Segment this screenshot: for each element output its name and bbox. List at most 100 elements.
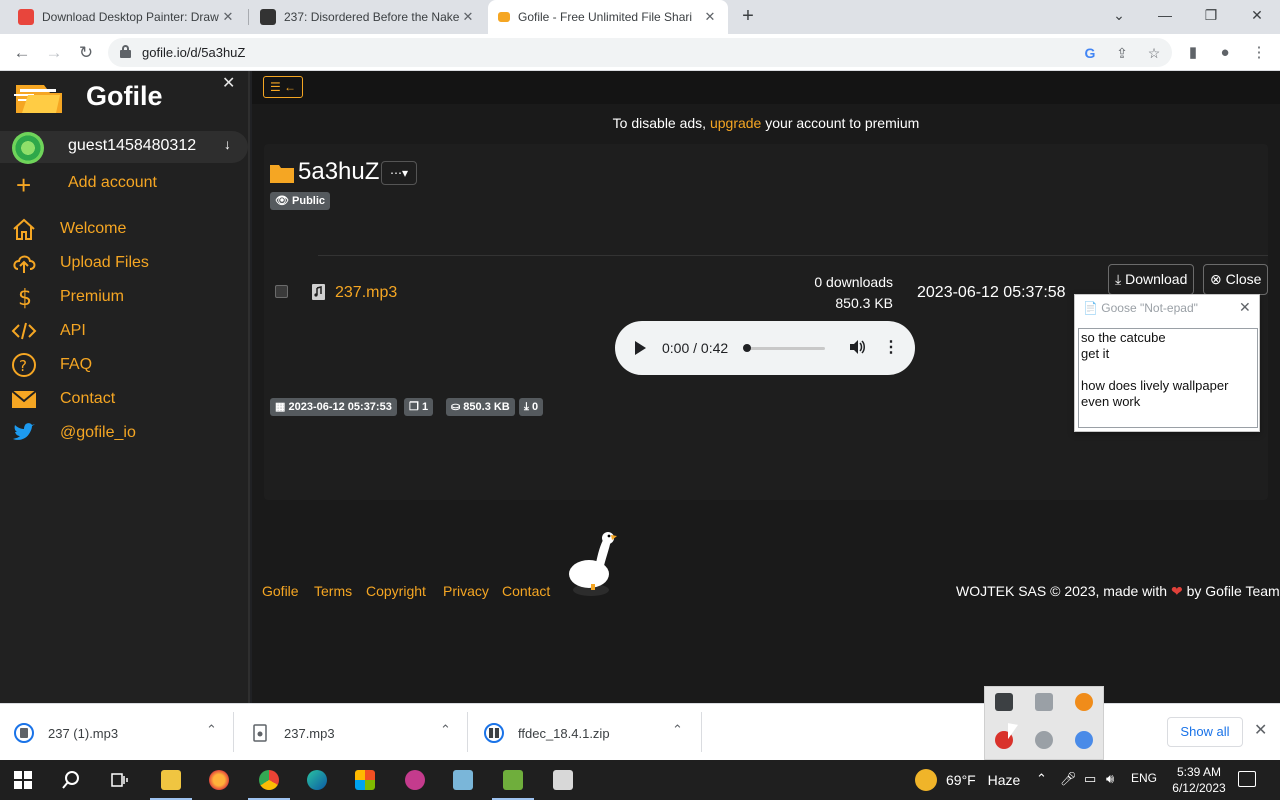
edge-icon xyxy=(307,770,327,790)
sidebar-item-faq[interactable]: ? FAQ xyxy=(0,351,248,381)
folder-options-button[interactable]: ⋯▾ xyxy=(381,161,417,185)
more-vert-icon[interactable]: ⋮ xyxy=(883,337,899,357)
back-arrow-icon[interactable]: ← xyxy=(8,39,36,67)
snipping-tool-icon xyxy=(405,770,425,790)
profile-icon[interactable]: ● xyxy=(1214,42,1236,64)
url-text[interactable]: gofile.io/d/5a3huZ xyxy=(142,45,245,60)
show-all-button[interactable]: Show all xyxy=(1167,717,1243,747)
upgrade-link[interactable]: upgrade xyxy=(710,115,761,131)
new-tab-plus-icon[interactable]: + xyxy=(736,4,760,28)
window-close-icon[interactable]: ✕ xyxy=(1234,0,1280,34)
sidebar-item-premium[interactable]: $ Premium xyxy=(0,283,248,313)
chevron-up-icon[interactable]: ⌃ xyxy=(440,722,451,738)
close-icon[interactable]: ✕ xyxy=(702,9,718,25)
sidebar-item-twitter[interactable]: @gofile_io xyxy=(0,419,248,449)
close-icon[interactable]: ✕ xyxy=(220,9,236,25)
tab-search-chevron-icon[interactable]: ⌄ xyxy=(1096,0,1142,34)
sidebar-item-api[interactable]: API xyxy=(0,317,248,347)
taskbar-snip[interactable] xyxy=(392,760,438,800)
sidebar-item-upload[interactable]: Upload Files xyxy=(0,249,248,279)
toggle-sidebar-button[interactable]: ☰ ← xyxy=(263,76,303,98)
minimize-icon[interactable]: — xyxy=(1142,0,1188,34)
file-name-link[interactable]: 237.mp3 xyxy=(335,284,397,302)
notepad-line: even work xyxy=(1081,394,1141,409)
microphone-icon[interactable]: 🎤︎ xyxy=(1060,771,1077,787)
user-account-row[interactable]: guest1458480312 ↓ xyxy=(0,131,248,164)
google-lens-icon[interactable]: G xyxy=(1080,43,1100,63)
footer-link-terms[interactable]: Terms xyxy=(314,583,352,599)
share-icon[interactable]: ⇪ xyxy=(1112,43,1132,63)
tab-237-disordered[interactable]: 237: Disordered Before the Nake ✕ xyxy=(250,0,486,34)
security-shield-icon[interactable] xyxy=(995,693,1013,711)
close-icon[interactable]: ✕ xyxy=(1254,720,1267,740)
sidebar-item-label: Welcome xyxy=(60,220,127,237)
language-indicator[interactable]: ENG xyxy=(1131,771,1157,785)
add-account-link[interactable]: Add account xyxy=(68,174,157,192)
svg-text:?: ? xyxy=(19,357,27,375)
download-item[interactable]: 237 (1).mp3 ⌃ xyxy=(0,712,234,752)
restore-icon[interactable]: ❐ xyxy=(1188,0,1234,34)
taskbar-cube-app[interactable] xyxy=(540,760,586,800)
download-button[interactable]: ⤓ Download xyxy=(1108,264,1195,295)
close-icon[interactable]: ✕ xyxy=(460,9,476,25)
sidebar-item-contact[interactable]: Contact xyxy=(0,385,248,415)
download-item[interactable]: ffdec_18.4.1.zip ⌃ xyxy=(470,712,702,752)
tab-gofile[interactable]: Gofile - Free Unlimited File Shari ✕ xyxy=(488,0,728,34)
weather-widget[interactable]: 69°F Haze xyxy=(946,772,1020,788)
notification-icon[interactable] xyxy=(1238,771,1256,787)
taskbar-app[interactable] xyxy=(440,760,486,800)
total-size-badge: ⛀ 850.3 KB xyxy=(446,398,515,416)
network-icon[interactable]: ▭ xyxy=(1084,771,1096,787)
dollar-icon: $ xyxy=(18,286,32,311)
reload-icon[interactable]: ↻ xyxy=(72,39,100,67)
footer-link-contact[interactable]: Contact xyxy=(502,583,550,599)
taskbar-notepad[interactable] xyxy=(490,760,536,800)
sidebar-item-welcome[interactable]: Welcome xyxy=(0,215,248,245)
footer-link-gofile[interactable]: Gofile xyxy=(262,583,299,599)
taskbar-search-button[interactable] xyxy=(48,760,94,800)
created-date: 2023-06-12 05:37:53 xyxy=(288,401,392,413)
close-icon[interactable]: ✕ xyxy=(1239,299,1251,316)
taskbar-store[interactable] xyxy=(342,760,388,800)
notepad-text-area[interactable]: so the catcube get it how does lively wa… xyxy=(1078,328,1258,428)
arrow-down-icon[interactable]: ↓ xyxy=(224,136,231,152)
play-icon[interactable] xyxy=(635,341,646,355)
plus-icon[interactable]: + xyxy=(16,172,31,198)
bookmark-star-icon[interactable]: ☆ xyxy=(1144,43,1164,63)
progress-slider[interactable] xyxy=(745,347,825,350)
chevron-up-icon[interactable]: ⌃ xyxy=(206,722,217,738)
file-select-checkbox[interactable] xyxy=(275,285,288,298)
steam-icon[interactable] xyxy=(1035,731,1053,749)
camera-off-icon[interactable] xyxy=(1035,693,1053,711)
footer-copyright-text: by Gofile Team xyxy=(1186,583,1280,599)
chevron-up-icon[interactable]: ⌃ xyxy=(1036,771,1047,787)
volume-icon[interactable]: 🔊︎ xyxy=(1106,771,1114,787)
task-view-button[interactable] xyxy=(96,760,142,800)
more-vert-icon[interactable]: ⋮ xyxy=(1248,42,1270,64)
taskbar-chrome[interactable] xyxy=(246,760,292,800)
download-item[interactable]: 237.mp3 ⌃ xyxy=(236,712,468,752)
footer-link-copyright[interactable]: Copyright xyxy=(366,583,426,599)
tab-desktop-painter[interactable]: Download Desktop Painter: Draw ✕ xyxy=(8,0,246,34)
taskbar-file-explorer[interactable] xyxy=(148,760,194,800)
close-label: Close xyxy=(1225,271,1262,287)
close-button[interactable]: ⊗ Close xyxy=(1203,264,1269,295)
forward-arrow-icon[interactable]: → xyxy=(40,39,68,67)
search-tool-icon[interactable] xyxy=(1075,693,1093,711)
folder-name: 5a3huZ xyxy=(298,158,380,185)
volume-icon[interactable] xyxy=(848,338,866,356)
side-panel-icon[interactable]: ▮ xyxy=(1182,42,1204,64)
file-download-count: 0 downloads xyxy=(814,274,893,290)
color-app-icon[interactable] xyxy=(1075,731,1093,749)
taskbar-clock[interactable]: 5:39 AM 6/12/2023 xyxy=(1164,764,1234,796)
start-button[interactable] xyxy=(0,760,46,800)
ad-notice-text: To disable ads, xyxy=(612,115,707,131)
chevron-up-icon[interactable]: ⌃ xyxy=(672,722,683,738)
progress-knob[interactable] xyxy=(743,344,751,352)
taskbar-edge[interactable] xyxy=(294,760,340,800)
notepad-line: how does lively wallpaper xyxy=(1081,378,1229,393)
sidebar-close-icon[interactable]: ✕ xyxy=(222,73,235,93)
footer-link-privacy[interactable]: Privacy xyxy=(443,583,489,599)
taskbar-firefox[interactable] xyxy=(196,760,242,800)
address-bar[interactable]: gofile.io/d/5a3huZ G ⇪ ☆ xyxy=(108,38,1172,67)
